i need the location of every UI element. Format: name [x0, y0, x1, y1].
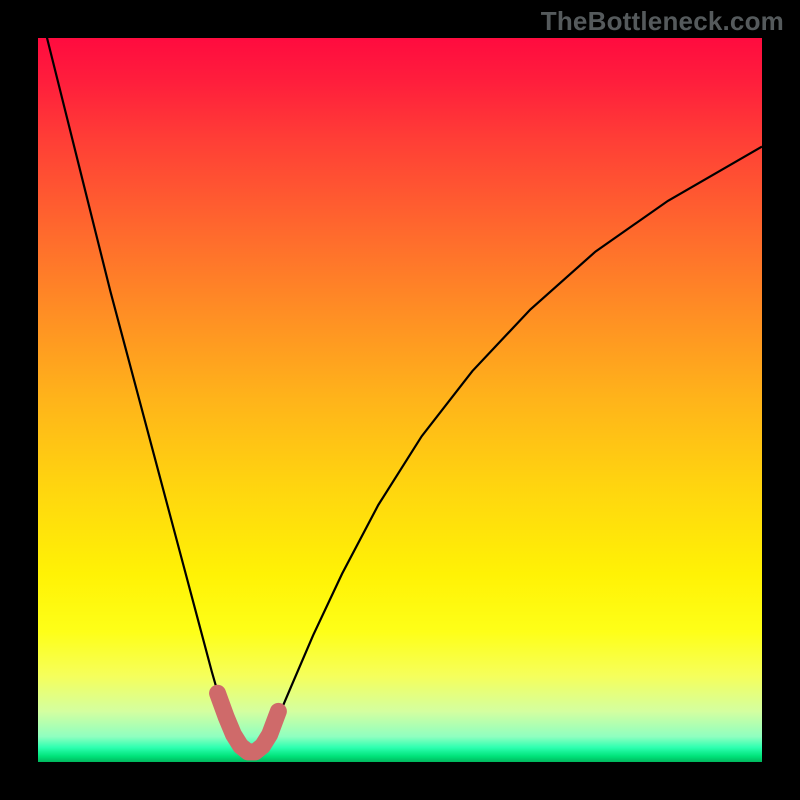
- bottleneck-curve: [38, 2, 762, 754]
- curve-svg: [38, 38, 762, 762]
- plot-area: [38, 38, 762, 762]
- watermark-text: TheBottleneck.com: [541, 6, 784, 37]
- chart-frame: TheBottleneck.com: [0, 0, 800, 800]
- bottleneck-highlight: [218, 693, 279, 752]
